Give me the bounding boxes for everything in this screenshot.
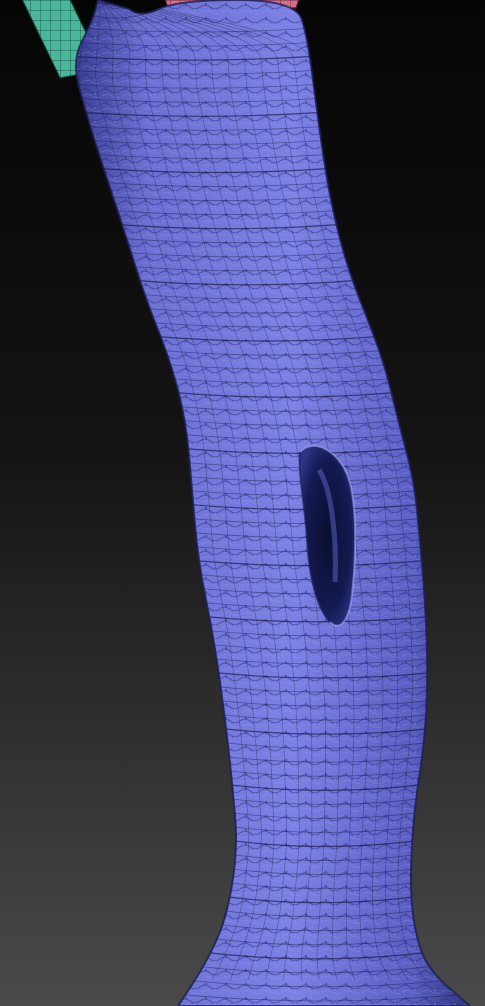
viewport-canvas[interactable] <box>0 0 485 1006</box>
scene-render <box>0 0 485 1006</box>
